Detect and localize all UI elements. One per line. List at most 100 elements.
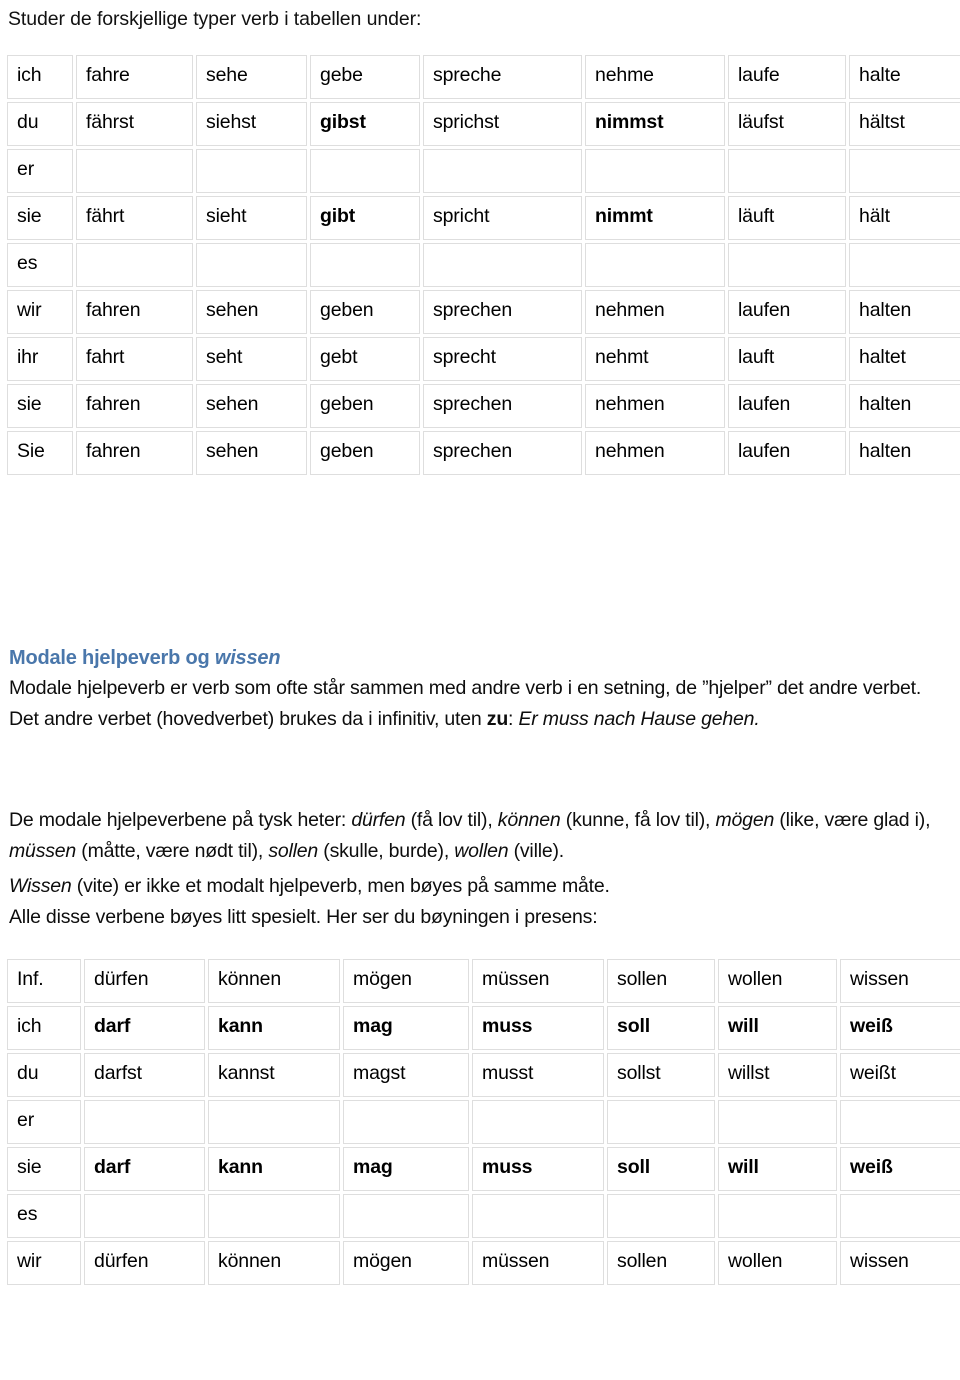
verb-pronoun-cell: Sie — [7, 431, 73, 475]
table-cell: fährst — [76, 102, 193, 146]
table-cell: muss — [472, 1147, 604, 1191]
table-cell: fahre — [76, 55, 193, 99]
gloss-mogen: (like, være glad i), — [774, 809, 931, 831]
verb-pronoun-cell: sie — [7, 196, 73, 240]
presens-intro-paragraph: Alle disse verbene bøyes litt spesielt. … — [9, 906, 598, 928]
modal-pronoun-cell: wir — [7, 1241, 81, 1285]
verb-pronoun-cell: sie — [7, 384, 73, 428]
table-cell: sprichst — [423, 102, 582, 146]
table-cell: spricht — [423, 196, 582, 240]
table-cell: mag — [343, 1006, 469, 1050]
table-cell: wissen — [840, 959, 960, 1003]
table-cell — [423, 243, 582, 287]
table-cell: wollen — [718, 959, 837, 1003]
table-cell: sprecht — [423, 337, 582, 381]
table-cell — [208, 1100, 340, 1144]
table-cell — [585, 149, 725, 193]
table-row: sie fahren sehen geben sprechen nehmen laufen h… — [7, 384, 960, 428]
section-heading: Modale hjelpeverb og wissen — [9, 645, 281, 671]
table-cell: läuft — [728, 196, 846, 240]
table-cell — [343, 1194, 469, 1238]
table-cell: siehst — [196, 102, 307, 146]
table-cell: laufe — [728, 55, 846, 99]
table-cell: sollst — [607, 1053, 715, 1097]
table-cell: will — [718, 1147, 837, 1191]
table-cell: nimmst — [585, 102, 725, 146]
modal-pronoun-cell: Inf. — [7, 959, 81, 1003]
gloss-konnen: (kunne, få lov til), — [560, 809, 716, 831]
table-row: du darfst kannst magst musst sollst willst weiß… — [7, 1053, 960, 1097]
verb-table-body: ich fahre sehe gebe spreche nehme laufe halte du… — [7, 55, 960, 475]
table-cell: halten — [849, 431, 960, 475]
table-cell: geben — [310, 384, 420, 428]
definition-part1: Modale hjelpeverb er verb som ofte står … — [9, 677, 922, 730]
modal-pronoun-cell: er — [7, 1100, 81, 1144]
modal-pronoun-cell: ich — [7, 1006, 81, 1050]
table-cell — [84, 1194, 205, 1238]
verb-pronoun-cell: er — [7, 149, 73, 193]
modal-verb-wollen: wollen — [454, 840, 509, 862]
table-cell: läufst — [728, 102, 846, 146]
table-cell — [343, 1100, 469, 1144]
table-cell: weißt — [840, 1053, 960, 1097]
gloss-sollen: (skulle, burde), — [318, 840, 455, 862]
table-cell: gibt — [310, 196, 420, 240]
gloss-wollen: (ville). — [508, 840, 565, 862]
modal-table-body: Inf. dürfen können mögen müssen sollen wollen w… — [7, 959, 960, 1285]
table-cell: darfst — [84, 1053, 205, 1097]
table-cell — [472, 1194, 604, 1238]
definition-part2: : — [508, 708, 519, 730]
table-cell: halte — [849, 55, 960, 99]
table-cell: kann — [208, 1147, 340, 1191]
table-cell: fahren — [76, 384, 193, 428]
table-cell: dürfen — [84, 1241, 205, 1285]
table-cell: musst — [472, 1053, 604, 1097]
verb-pronoun-cell: es — [7, 243, 73, 287]
table-cell: gebt — [310, 337, 420, 381]
table-row: ihr fahrt seht gebt sprecht nehmt lauft haltet — [7, 337, 960, 381]
table-row: Sie fahren sehen geben sprechen nehmen laufen h… — [7, 431, 960, 475]
list-lead: De modale hjelpeverbene på tysk heter: — [9, 809, 352, 831]
table-cell — [472, 1100, 604, 1144]
table-cell: darf — [84, 1147, 205, 1191]
table-cell — [196, 243, 307, 287]
table-cell: müssen — [472, 959, 604, 1003]
table-cell — [607, 1194, 715, 1238]
table-cell: mag — [343, 1147, 469, 1191]
table-cell — [76, 243, 193, 287]
table-cell: sehen — [196, 431, 307, 475]
table-cell: halten — [849, 384, 960, 428]
table-cell: weiß — [840, 1147, 960, 1191]
table-cell: gebe — [310, 55, 420, 99]
table-cell: spreche — [423, 55, 582, 99]
gloss-mussen: (måtte, være nødt til), — [76, 840, 269, 862]
table-row: sie fährt sieht gibt spricht nimmt läuft hält — [7, 196, 960, 240]
verb-pronoun-cell: ihr — [7, 337, 73, 381]
table-cell: kann — [208, 1006, 340, 1050]
table-cell — [728, 149, 846, 193]
table-cell: mögen — [343, 959, 469, 1003]
modal-verb-sollen: sollen — [268, 840, 319, 862]
modal-pronoun-cell: sie — [7, 1147, 81, 1191]
table-cell: fahren — [76, 431, 193, 475]
table-cell: nimmt — [585, 196, 725, 240]
table-cell: nehmen — [585, 431, 725, 475]
modal-verb-list-paragraph: De modale hjelpeverbene på tysk heter: d… — [9, 805, 953, 867]
verb-pronoun-cell: ich — [7, 55, 73, 99]
strong-verb-present-tense-table: ich fahre sehe gebe spreche nehme laufe halte du… — [4, 52, 960, 478]
table-row: er — [7, 149, 960, 193]
verb-pronoun-cell: wir — [7, 290, 73, 334]
section-heading-italic: wissen — [214, 647, 281, 669]
table-cell: will — [718, 1006, 837, 1050]
table-cell: fahrt — [76, 337, 193, 381]
table-cell: geben — [310, 290, 420, 334]
definition-paragraph: Modale hjelpeverb er verb som ofte står … — [9, 673, 953, 735]
table-cell: sehen — [196, 290, 307, 334]
table-cell: nehmen — [585, 290, 725, 334]
table-cell — [718, 1194, 837, 1238]
table-cell: laufen — [728, 384, 846, 428]
table-cell: sehe — [196, 55, 307, 99]
table-cell — [718, 1100, 837, 1144]
table-cell — [840, 1100, 960, 1144]
table-row: es — [7, 1194, 960, 1238]
